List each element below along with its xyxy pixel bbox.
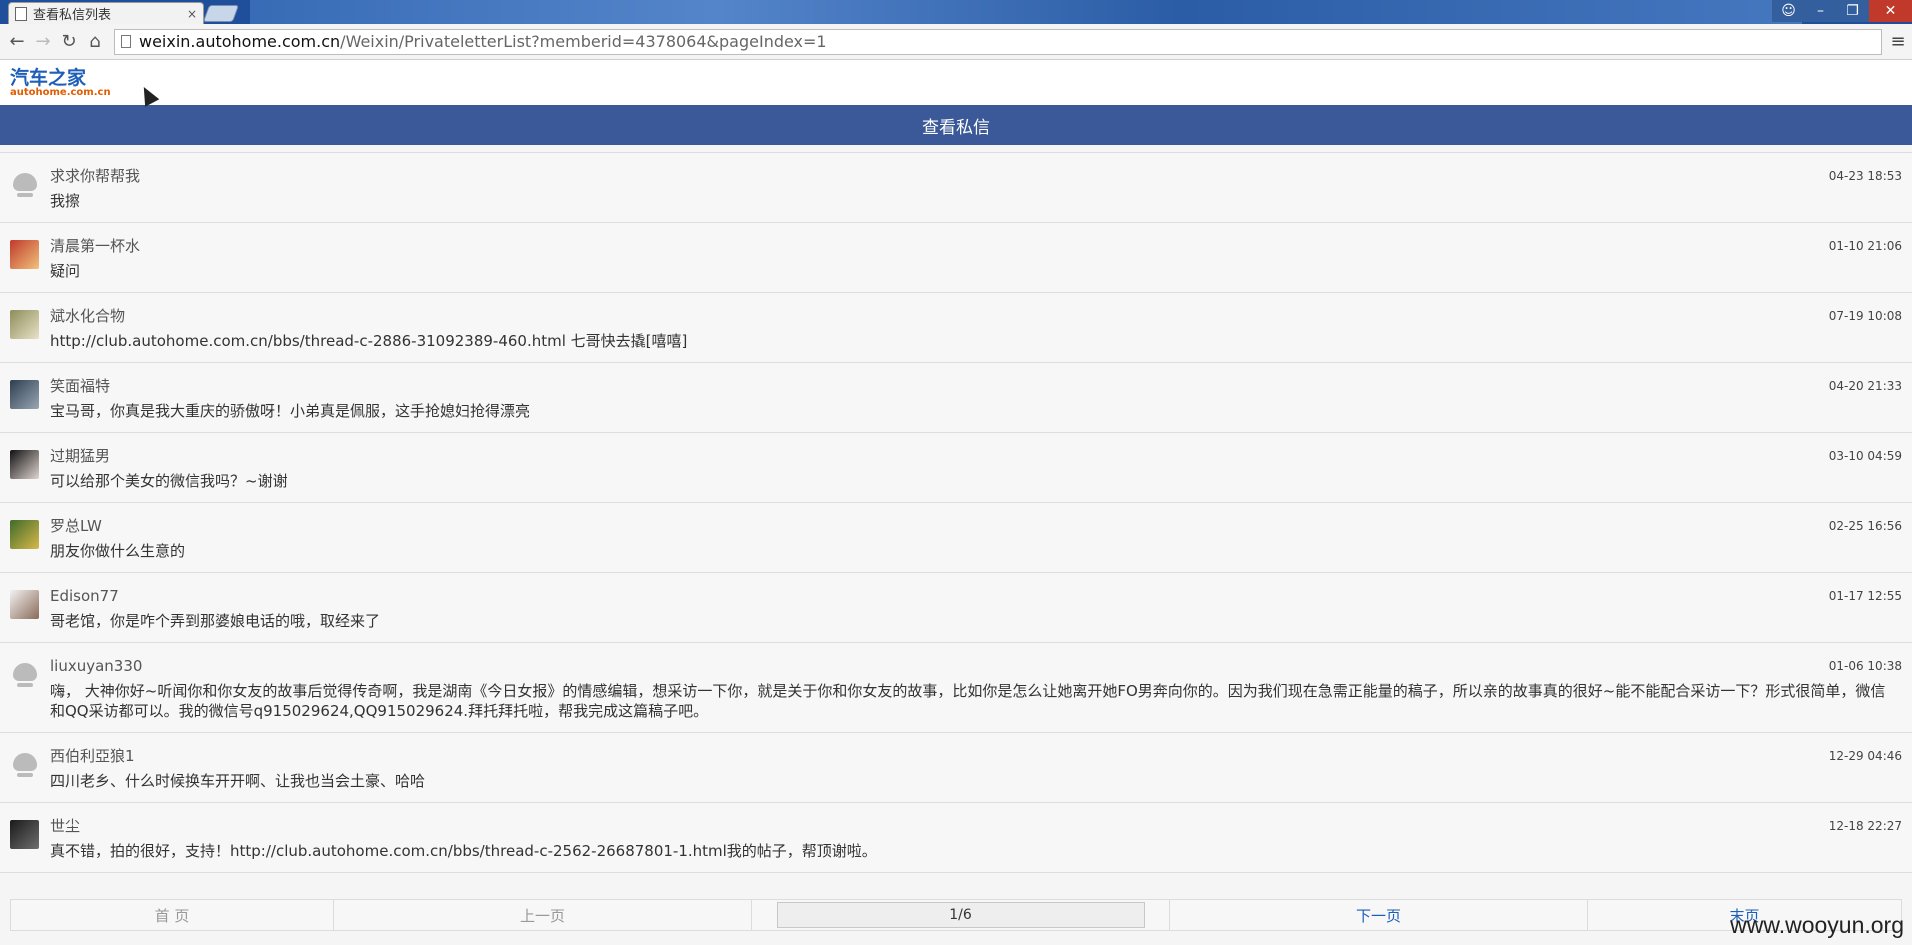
minimize-button[interactable]: – [1804, 0, 1836, 22]
sender-name[interactable]: 世尘 [50, 816, 1892, 836]
page-header: 查看私信 [0, 105, 1912, 145]
message-body: 斌水化合物 http://club.autohome.com.cn/bbs/thr… [50, 306, 1902, 362]
message-time: 02-25 16:56 [1828, 519, 1902, 533]
background-windows [250, 0, 1802, 24]
url-host: weixin.autohome.com.cn [139, 32, 341, 51]
page-indicator-wrap: 1/6 [752, 900, 1170, 930]
message-text: 四川老乡、什么时候换车开开啊、让我也当会土豪、哈哈 [50, 772, 426, 790]
message-row[interactable]: 罗总LW 朋友你做什么生意的 02-25 16:56 [0, 503, 1912, 573]
message-time: 04-20 21:33 [1828, 379, 1902, 393]
message-text: 我擦 [50, 192, 81, 210]
avatar[interactable] [10, 820, 39, 849]
message-time: 01-17 12:55 [1828, 589, 1902, 603]
default-avatar-icon[interactable] [10, 660, 39, 689]
message-row[interactable]: Edison77 哥老馆，你是咋个弄到那婆娘电话的哦，取经来了 01-17 12:5… [0, 573, 1912, 643]
message-row[interactable]: 清晨第一杯水 疑问 01-10 21:06 [0, 223, 1912, 293]
forward-arrow-icon[interactable]: → [30, 29, 56, 55]
message-row[interactable]: 世尘真不错，拍的很好，支持！http://club.autohome.com.c… [0, 803, 1912, 873]
sender-name[interactable]: Edison77 [50, 586, 1892, 606]
logo-subtext: autohome.com.cn [10, 87, 111, 98]
message-body: 世尘真不错，拍的很好，支持！http://club.autohome.com.c… [50, 816, 1902, 872]
logo-bar: 汽车之家 autohome.com.cn [0, 60, 1912, 107]
first-page-button[interactable]: 首 页 [11, 900, 334, 930]
reload-icon[interactable]: ↻ [56, 29, 82, 55]
message-text: 朋友你做什么生意的 [50, 542, 186, 560]
message-time: 01-06 10:38 [1828, 659, 1902, 673]
message-time: 04-23 18:53 [1828, 169, 1902, 183]
browser-toolbar: ← → ↻ ⌂ weixin.autohome.com.cn/Weixin/Pr… [0, 24, 1912, 60]
message-body: 过期猛男可以给那个美女的微信我吗？~谢谢 [50, 446, 1902, 502]
address-bar[interactable]: weixin.autohome.com.cn/Weixin/Privatelet… [114, 28, 1882, 55]
next-page-button[interactable]: 下一页 [1170, 900, 1588, 930]
message-row[interactable]: 西伯利亞狼1 四川老乡、什么时候换车开开啊、让我也当会土豪、哈哈 12-29 04:… [0, 733, 1912, 803]
page-icon [121, 35, 131, 48]
profile-icon[interactable]: ☺ [1772, 0, 1804, 22]
message-time: 07-19 10:08 [1828, 309, 1902, 323]
window-controls: ☺ – ❐ ✕ [1772, 0, 1912, 22]
message-text: 真不错，拍的很好，支持！http://club.autohome.com.cn/… [50, 842, 877, 860]
divider [0, 145, 1912, 153]
url-path: /Weixin/PrivateletterList?memberid=43780… [340, 32, 827, 51]
page-indicator[interactable]: 1/6 [776, 902, 1145, 928]
sender-name[interactable]: 西伯利亞狼1 [50, 746, 1892, 766]
watermark: www.wooyun.org [1730, 912, 1904, 938]
avatar[interactable] [10, 310, 39, 339]
avatar[interactable] [10, 450, 39, 479]
message-time: 12-29 04:46 [1828, 749, 1902, 763]
maximize-button[interactable]: ❐ [1836, 0, 1868, 22]
message-text: 宝马哥，你真是我大重庆的骄傲呀！小弟真是佩服，这手抢媳妇抢得漂亮 [50, 402, 531, 420]
message-row[interactable]: 求求你帮帮我 我擦 04-23 18:53 [0, 153, 1912, 223]
avatar[interactable] [10, 240, 39, 269]
message-text: 哥老馆，你是咋个弄到那婆娘电话的哦，取经来了 [50, 612, 381, 630]
avatar[interactable] [10, 380, 39, 409]
new-tab-button[interactable] [202, 5, 240, 22]
avatar[interactable] [10, 520, 39, 549]
logo-text[interactable]: 汽车之家 [10, 68, 1902, 88]
tab-title: 查看私信列表 [33, 8, 112, 23]
browser-tab-active[interactable]: 查看私信列表 × [8, 2, 204, 24]
sender-name[interactable]: 清晨第一杯水 [50, 236, 1892, 256]
message-body: 西伯利亞狼1 四川老乡、什么时候换车开开啊、让我也当会土豪、哈哈 [50, 746, 1902, 802]
sender-name[interactable]: 求求你帮帮我 [50, 166, 1892, 186]
message-text: 可以给那个美女的微信我吗？~谢谢 [50, 472, 288, 490]
tab-close-icon[interactable]: × [187, 7, 197, 21]
sender-name[interactable]: 斌水化合物 [50, 306, 1892, 326]
message-body: 罗总LW 朋友你做什么生意的 [50, 516, 1902, 572]
message-time: 01-10 21:06 [1828, 239, 1902, 253]
message-row[interactable]: 过期猛男 可以给那个美女的微信我吗？~谢谢 03-10 04:59 [0, 433, 1912, 503]
sender-name[interactable]: 罗总LW [50, 516, 1892, 536]
page-content: 汽车之家 autohome.com.cn 查看私信 求求你帮帮我 我擦 04-23 … [0, 60, 1912, 945]
browser-tabbar: 查看私信列表 × ☺ – ❐ ✕ [0, 0, 1912, 24]
message-time: 12-18 22:27 [1828, 819, 1902, 833]
page-icon [15, 6, 27, 21]
sender-name[interactable]: 笑面福特 [50, 376, 1892, 396]
message-body: Edison77 哥老馆，你是咋个弄到那婆娘电话的哦，取经来了 [50, 586, 1902, 642]
close-window-button[interactable]: ✕ [1868, 0, 1912, 22]
back-arrow-icon[interactable]: ← [4, 29, 30, 55]
message-text: 嗨， 大神你好~听闻你和你女友的故事后觉得传奇啊，我是湖南《今日女报》的情感编辑… [50, 682, 1886, 720]
menu-icon[interactable]: ≡ [1888, 31, 1908, 52]
message-row[interactable]: 笑面福特 宝马哥，你真是我大重庆的骄傲呀！小弟真是佩服，这手抢媳妇抢得漂亮 04-2… [0, 363, 1912, 433]
message-time: 03-10 04:59 [1828, 449, 1902, 463]
message-text: http://club.autohome.com.cn/bbs/thread-c… [50, 332, 688, 350]
avatar[interactable] [10, 590, 39, 619]
prev-page-button[interactable]: 上一页 [334, 900, 752, 930]
default-avatar-icon[interactable] [10, 750, 39, 779]
page-title: 查看私信 [922, 117, 990, 138]
message-row[interactable]: liuxuyan330 嗨， 大神你好~听闻你和你女友的故事后觉得传奇啊，我是湖南… [0, 643, 1912, 733]
message-body: 清晨第一杯水 疑问 [50, 236, 1902, 292]
message-body: liuxuyan330 嗨， 大神你好~听闻你和你女友的故事后觉得传奇啊，我是湖南… [50, 656, 1902, 732]
home-icon[interactable]: ⌂ [82, 29, 108, 55]
message-text: 疑问 [50, 262, 81, 280]
message-body: 求求你帮帮我 我擦 [50, 166, 1902, 222]
pagination: 首 页 上一页 1/6 下一页 末页 [10, 899, 1902, 931]
default-avatar-icon[interactable] [10, 170, 39, 199]
sender-name[interactable]: liuxuyan330 [50, 656, 1892, 676]
message-list: 求求你帮帮我 我擦 04-23 18:53 清晨第一杯水 疑问 01-10 21:06 斌水… [0, 153, 1912, 873]
message-body: 笑面福特宝马哥，你真是我大重庆的骄傲呀！小弟真是佩服，这手抢媳妇抢得漂亮 [50, 376, 1902, 432]
sender-name[interactable]: 过期猛男 [50, 446, 1892, 466]
message-row[interactable]: 斌水化合物 http://club.autohome.com.cn/bbs/thr… [0, 293, 1912, 363]
